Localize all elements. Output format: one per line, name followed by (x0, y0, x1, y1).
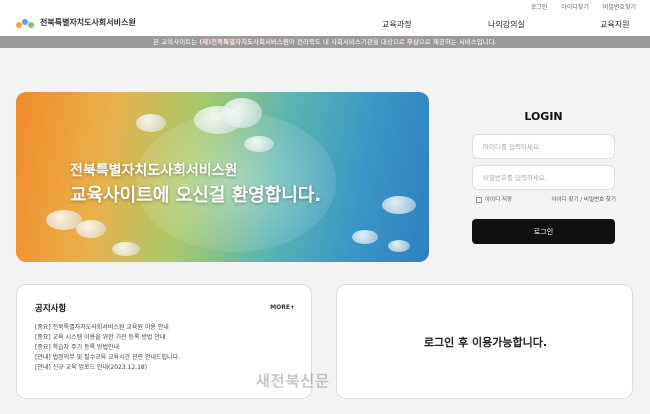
watermark: 새전북신문 (256, 372, 331, 390)
login-options: 아이디 저장 아이디 찾기 / 비밀번호 찾기 (476, 195, 616, 203)
utility-links: 로그인 아이디찾기 비밀번호찾기 (531, 2, 636, 11)
notice-prefix: 본 교육사이트는 (153, 38, 200, 46)
notice-list: [중요] 전북특별자치도사회서비스원 교육원 이용 안내 [중요] 교육 시스템… (35, 323, 180, 373)
notice-card-title: 공지사항 (35, 304, 67, 314)
cloud-icon (76, 220, 106, 238)
cloud-icon (136, 114, 166, 132)
nav-item-support[interactable]: 교육지원 (600, 19, 629, 30)
nav-item-courses[interactable]: 교육과정 (382, 19, 411, 30)
login-title: LOGIN (524, 110, 563, 123)
cloud-icon (222, 98, 262, 128)
notice-free: 무상 (406, 38, 419, 46)
more-link[interactable]: MORE+ (270, 304, 295, 311)
welcome-banner: 전북특별자치도사회서비스원 교육사이트에 오신걸 환영합니다. (16, 92, 429, 262)
notice-org: (재)전북특별자치도사회서비스원 (199, 38, 289, 46)
id-input[interactable] (472, 134, 615, 159)
notice-item[interactable]: [안내] 신규 교육 업로드 안내(2023.12.18) (35, 363, 180, 373)
site-header: 로그인 아이디찾기 비밀번호찾기 전북특별자치도사회서비스원 교육과정 나의강의… (0, 0, 650, 36)
notice-bar: 본 교육사이트는 (재)전북특별자치도사회서비스원이 전라북도 내 사회서비스기… (0, 36, 650, 48)
cloud-icon (388, 240, 410, 252)
notice-item[interactable]: [안내] 법정의무 및 필수교육 교육시간 관련 안내드립니다. (35, 353, 180, 363)
notice-item[interactable]: [중요] 교육 시스템 이용을 위한 기관 등록 방법 안내 (35, 333, 180, 343)
banner-subtitle: 교육사이트에 오신걸 환영합니다. (70, 185, 322, 206)
logo-mark-icon (16, 18, 36, 28)
util-link-login[interactable]: 로그인 (531, 2, 548, 11)
site-logo[interactable]: 전북특별자치도사회서비스원 (16, 17, 136, 28)
util-link-find-id[interactable]: 아이디찾기 (561, 2, 589, 11)
cloud-icon (244, 136, 274, 152)
banner-title: 전북특별자치도사회서비스원 (70, 163, 238, 179)
save-id-label[interactable]: 아이디 저장 (485, 197, 512, 203)
login-button[interactable]: 로그인 (472, 219, 615, 244)
save-id-checkbox[interactable] (476, 196, 482, 203)
login-required-message: 로그인 후 이용가능합니다. (423, 336, 548, 349)
notice-item[interactable]: [중요] 전북특별자치도사회서비스원 교육원 이용 안내 (35, 323, 180, 333)
cloud-icon (382, 196, 416, 214)
notice-middle: 이 전라북도 내 사회서비스기관을 대상으로 (288, 38, 407, 46)
cloud-icon (352, 230, 378, 244)
find-account-links[interactable]: 아이디 찾기 / 비밀번호 찾기 (551, 195, 616, 203)
nav-item-my-classroom[interactable]: 나의강의실 (488, 19, 525, 30)
password-input[interactable] (472, 165, 615, 190)
login-required-card: 로그인 후 이용가능합니다. (336, 284, 633, 399)
util-link-find-password[interactable]: 비밀번호찾기 (603, 2, 636, 11)
cloud-icon (112, 242, 140, 256)
notice-item[interactable]: [중요] 학습자 주기 등록 방법안내 (35, 343, 180, 353)
logo-text: 전북특별자치도사회서비스원 (40, 18, 136, 27)
notice-suffix: 으로 제공하는 서비스입니다. (418, 38, 497, 46)
